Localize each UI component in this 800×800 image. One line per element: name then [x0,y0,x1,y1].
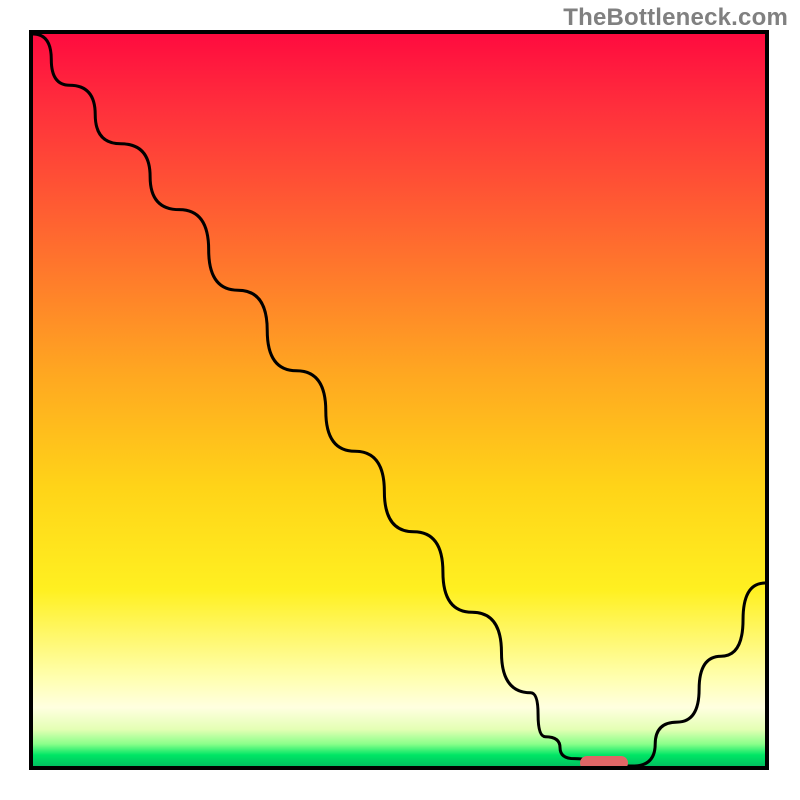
plot-area [29,30,769,770]
chart-container: TheBottleneck.com [0,0,800,800]
optimum-marker [580,756,628,770]
watermark-text: TheBottleneck.com [563,4,788,32]
heat-gradient-background [33,34,765,766]
